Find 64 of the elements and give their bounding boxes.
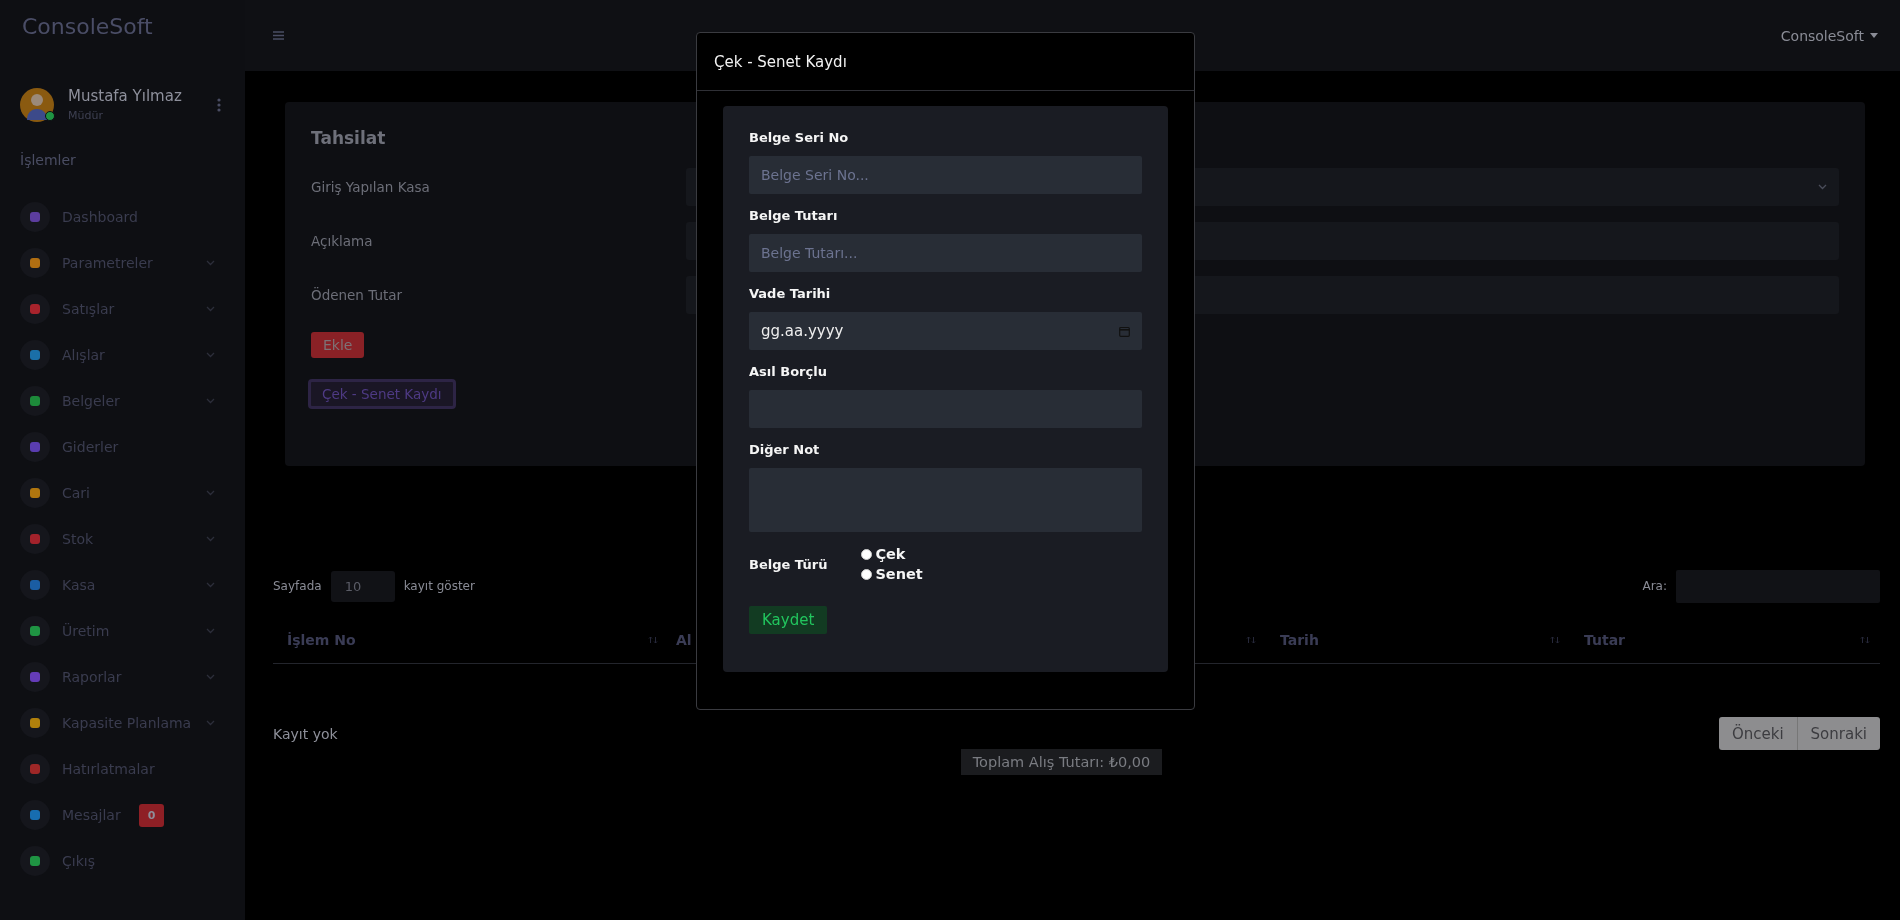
section-heading: İşlemler: [20, 152, 76, 168]
field-label: Açıklama: [310, 233, 373, 249]
calendar-icon[interactable]: [1119, 325, 1130, 337]
sort-icon[interactable]: [1860, 636, 1870, 644]
field-label: Diğer Not: [749, 442, 820, 457]
sidebar-item[interactable]: Mesajlar 0: [20, 792, 225, 838]
radio-button[interactable]: [861, 568, 873, 580]
sidebar-item[interactable]: Dashboard: [20, 194, 225, 240]
column-header[interactable]: Tarih: [1266, 632, 1570, 648]
sidebar-item[interactable]: Alışlar: [20, 332, 225, 378]
radio-label: Senet: [875, 566, 923, 582]
modal-title: Çek - Senet Kaydı: [714, 52, 847, 71]
input-field[interactable]: Belge Tutarı...: [749, 234, 1142, 272]
sidebar-item[interactable]: Cari: [20, 470, 225, 516]
page-size-label: Sayfada: [273, 579, 322, 593]
field-label: Belge Tutarı: [749, 208, 838, 223]
sort-icon[interactable]: [1550, 636, 1560, 644]
field-label: Belge Seri No: [749, 130, 849, 145]
sidebar-item[interactable]: Giderler: [20, 424, 225, 470]
total-amount: Toplam Alış Tutarı: ₺0,00: [960, 749, 1163, 775]
radio-label: Çek: [875, 546, 906, 562]
sidebar-item[interactable]: Belgeler: [20, 378, 225, 424]
sidebar-item[interactable]: Kasa: [20, 562, 225, 608]
sidebar-item[interactable]: Satışlar: [20, 286, 225, 332]
chevron-down-icon: [1818, 184, 1827, 190]
page-size-select[interactable]: 10: [330, 570, 395, 602]
user-role: Müdür: [68, 109, 104, 122]
field-label: Belge Türü: [749, 556, 828, 572]
sidebar-item[interactable]: Çıkış: [20, 838, 225, 884]
search-label: Ara:: [1642, 579, 1667, 593]
radio-button[interactable]: [861, 548, 873, 560]
add-button[interactable]: Ekle: [311, 332, 365, 358]
field-label: Giriş Yapılan Kasa: [310, 179, 430, 195]
account-menu[interactable]: ConsoleSoft: [1780, 27, 1878, 44]
date-field[interactable]: gg.aa.yyyy: [749, 312, 1142, 350]
check-note-button[interactable]: Çek - Senet Kaydı: [308, 379, 456, 409]
sort-icon[interactable]: [648, 636, 658, 644]
column-header[interactable]: Al: [668, 632, 1266, 648]
pagination-button[interactable]: Sonraki: [1797, 717, 1880, 750]
caret-icon: [1870, 33, 1878, 38]
menu-icon[interactable]: [273, 31, 284, 40]
sidebar-item[interactable]: Kapasite Planlama: [20, 700, 225, 746]
card-title: Tahsilat: [311, 128, 386, 148]
count-badge: 0: [138, 803, 165, 827]
user-name: Mustafa Yılmaz: [68, 87, 183, 105]
sidebar-item[interactable]: Stok: [20, 516, 225, 562]
page-size-label: kayıt göster: [403, 579, 475, 593]
more-options-icon[interactable]: [217, 97, 221, 112]
pagination-button[interactable]: Önceki: [1718, 717, 1798, 750]
field-label: Asıl Borçlu: [749, 364, 827, 379]
sidebar-item[interactable]: Hatırlatmalar: [20, 746, 225, 792]
column-header[interactable]: İşlem No: [273, 632, 668, 648]
sidebar-item[interactable]: Üretim: [20, 608, 225, 654]
save-button[interactable]: Kaydet: [749, 606, 828, 634]
sidebar-item[interactable]: Raporlar: [20, 654, 225, 700]
brand-logo[interactable]: ConsoleSoft: [22, 14, 153, 39]
field-label: Ödenen Tutar: [310, 287, 403, 303]
empty-message: Kayıt yok: [273, 725, 338, 742]
sort-icon[interactable]: [1246, 636, 1256, 644]
field-label: Vade Tarihi: [749, 286, 831, 301]
column-header[interactable]: Tutar: [1570, 632, 1880, 648]
avatar-icon: [20, 87, 54, 122]
input-field[interactable]: Belge Seri No...: [749, 156, 1142, 194]
sidebar-item[interactable]: Parametreler: [20, 240, 225, 286]
